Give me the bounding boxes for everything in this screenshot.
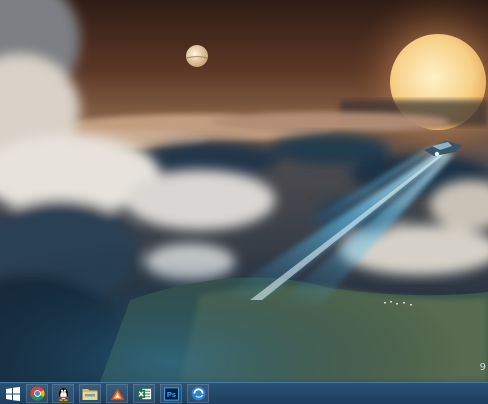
start-button[interactable] <box>2 384 24 403</box>
file-explorer-taskbar-button[interactable] <box>79 384 101 403</box>
chrome-icon <box>29 386 45 401</box>
desktop-wallpaper <box>0 0 488 382</box>
qq-penguin-icon <box>58 387 68 401</box>
chrome-taskbar-button[interactable] <box>26 384 48 403</box>
file-explorer-icon <box>82 388 98 400</box>
photoshop-icon: Ps <box>163 386 179 401</box>
excel-taskbar-button[interactable] <box>133 384 155 403</box>
clock-text-fragment: 9 <box>479 362 486 373</box>
taskbar: Ps <box>0 382 488 404</box>
triangle-app-taskbar-button[interactable] <box>106 384 128 403</box>
photoshop-taskbar-button[interactable]: Ps <box>160 384 182 403</box>
windows-logo-icon <box>6 386 20 401</box>
photoshop-label: Ps <box>166 390 175 399</box>
browser-taskbar-button[interactable] <box>187 384 209 403</box>
triangle-app-icon <box>109 387 125 400</box>
excel-icon <box>136 387 152 400</box>
blue-globe-icon <box>191 386 205 401</box>
desktop: 9 Ps <box>0 0 488 404</box>
qq-taskbar-button[interactable] <box>52 384 74 403</box>
